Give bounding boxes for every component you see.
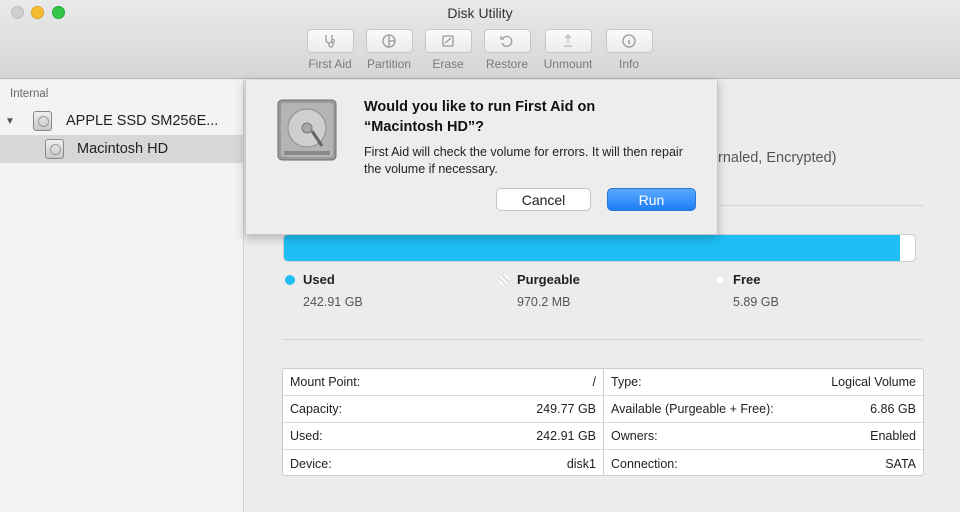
legend-used: Used 242.91 GB xyxy=(285,272,363,309)
volume-format-info: rnaled, Encrypted) xyxy=(718,150,837,166)
toolbar-restore[interactable]: Restore xyxy=(479,29,535,71)
info-button[interactable] xyxy=(605,29,653,53)
info-row: Used: 242.91 GB xyxy=(283,423,603,450)
legend-free-value: 5.89 GB xyxy=(733,295,779,309)
stethoscope-icon xyxy=(325,35,335,48)
sidebar-section-internal: Internal xyxy=(10,88,49,100)
toolbar-unmount[interactable]: Unmount xyxy=(540,29,596,71)
dialog-title-line1: Would you like to run First Aid on xyxy=(364,99,596,115)
info-row: Owners: Enabled xyxy=(604,423,923,450)
info-label: Connection: xyxy=(611,456,678,471)
used-dot xyxy=(285,274,295,285)
info-row: Type: Logical Volume xyxy=(604,369,923,396)
unmount-icon xyxy=(564,34,572,47)
window-title: Disk Utility xyxy=(447,5,513,21)
toolbar-partition[interactable]: Partition xyxy=(361,29,417,71)
info-value: 6.86 GB xyxy=(870,402,916,416)
legend-purgeable-name: Purgeable xyxy=(517,272,580,287)
legend-free-name: Free xyxy=(733,272,761,287)
info-row: Connection: SATA xyxy=(604,450,923,477)
info-label: Capacity: xyxy=(290,402,343,416)
info-column-left: Mount Point: / Capacity: 249.77 GB Used: 24… xyxy=(283,369,603,475)
sidebar-volume-label: Macintosh HD xyxy=(77,141,169,157)
legend-used-value: 242.91 GB xyxy=(303,295,363,309)
restore-label: Restore xyxy=(485,57,529,71)
sidebar-item-volume[interactable]: Macintosh HD xyxy=(0,135,243,163)
info-label: Mount Point: xyxy=(290,375,361,389)
info-label: Type: xyxy=(611,375,642,389)
divider xyxy=(282,339,924,340)
volume-info-table: Mount Point: / Capacity: 249.77 GB Used: 24… xyxy=(282,368,924,476)
hard-disk-icon xyxy=(33,111,52,131)
free-dot xyxy=(715,274,725,285)
info-label: Used: xyxy=(290,429,323,443)
erase-button[interactable] xyxy=(424,29,472,53)
title-bar: Disk Utility First Aid Partition Erase R… xyxy=(0,0,960,79)
hard-drive-icon xyxy=(277,99,337,161)
info-row: Capacity: 249.77 GB xyxy=(283,396,603,423)
volume-icon xyxy=(45,139,64,159)
info-value: disk1 xyxy=(566,456,596,471)
first-aid-dialog: Would you like to run First Aid on “Maci… xyxy=(245,80,718,235)
dialog-title: Would you like to run First Aid on “Maci… xyxy=(364,97,694,137)
sidebar: Internal ▼ APPLE SSD SM256E... Macintosh… xyxy=(0,80,244,512)
usage-bar xyxy=(283,234,916,262)
dialog-title-line2: “Macintosh HD”? xyxy=(364,119,485,135)
info-row: Device: disk1 xyxy=(283,450,603,477)
usage-bar-used xyxy=(284,235,900,261)
legend-purgeable: Purgeable 970.2 MB xyxy=(499,272,580,309)
unmount-button[interactable] xyxy=(544,29,592,53)
unmount-label: Unmount xyxy=(543,57,593,71)
first-aid-label: First Aid xyxy=(308,57,352,71)
legend-free: Free 5.89 GB xyxy=(715,272,779,309)
legend-used-name: Used xyxy=(303,272,335,287)
partition-label: Partition xyxy=(366,57,412,71)
info-value: 242.91 GB xyxy=(536,429,596,443)
divider xyxy=(720,205,924,206)
sidebar-item-disk[interactable]: ▼ APPLE SSD SM256E... xyxy=(0,107,243,135)
info-row: Available (Purgeable + Free): 6.86 GB xyxy=(604,396,923,423)
erase-icon xyxy=(442,35,454,47)
erase-label: Erase xyxy=(432,57,464,71)
legend-purgeable-value: 970.2 MB xyxy=(517,295,571,309)
info-label: Info xyxy=(618,57,639,71)
purgeable-dot xyxy=(499,274,509,285)
toolbar-erase[interactable]: Erase xyxy=(420,29,476,71)
sidebar-disk-label: APPLE SSD SM256E... xyxy=(66,113,219,129)
info-value: Logical Volume xyxy=(831,375,916,389)
disclosure-triangle-icon[interactable]: ▼ xyxy=(5,116,21,127)
partition-button[interactable] xyxy=(365,29,413,53)
info-row: Mount Point: / xyxy=(283,369,603,396)
info-value: Enabled xyxy=(870,429,916,443)
toolbar-info[interactable]: Info xyxy=(601,29,657,71)
run-button[interactable]: Run xyxy=(607,188,696,211)
dialog-message: First Aid will check the volume for erro… xyxy=(364,145,683,176)
info-label: Owners: xyxy=(611,429,658,443)
partition-icon xyxy=(382,34,396,48)
toolbar-first-aid[interactable]: First Aid xyxy=(302,29,358,71)
info-label: Available (Purgeable + Free): xyxy=(611,402,774,416)
restore-icon xyxy=(500,35,513,47)
info-value: 249.77 GB xyxy=(536,402,596,416)
cancel-button[interactable]: Cancel xyxy=(496,188,591,211)
info-value: SATA xyxy=(885,456,916,471)
info-column-right: Type: Logical Volume Available (Purgeable… xyxy=(603,369,923,475)
info-icon xyxy=(622,34,636,48)
info-value: / xyxy=(592,375,596,389)
first-aid-button[interactable] xyxy=(306,29,354,53)
info-label: Device: xyxy=(290,456,332,471)
restore-button[interactable] xyxy=(483,29,531,53)
